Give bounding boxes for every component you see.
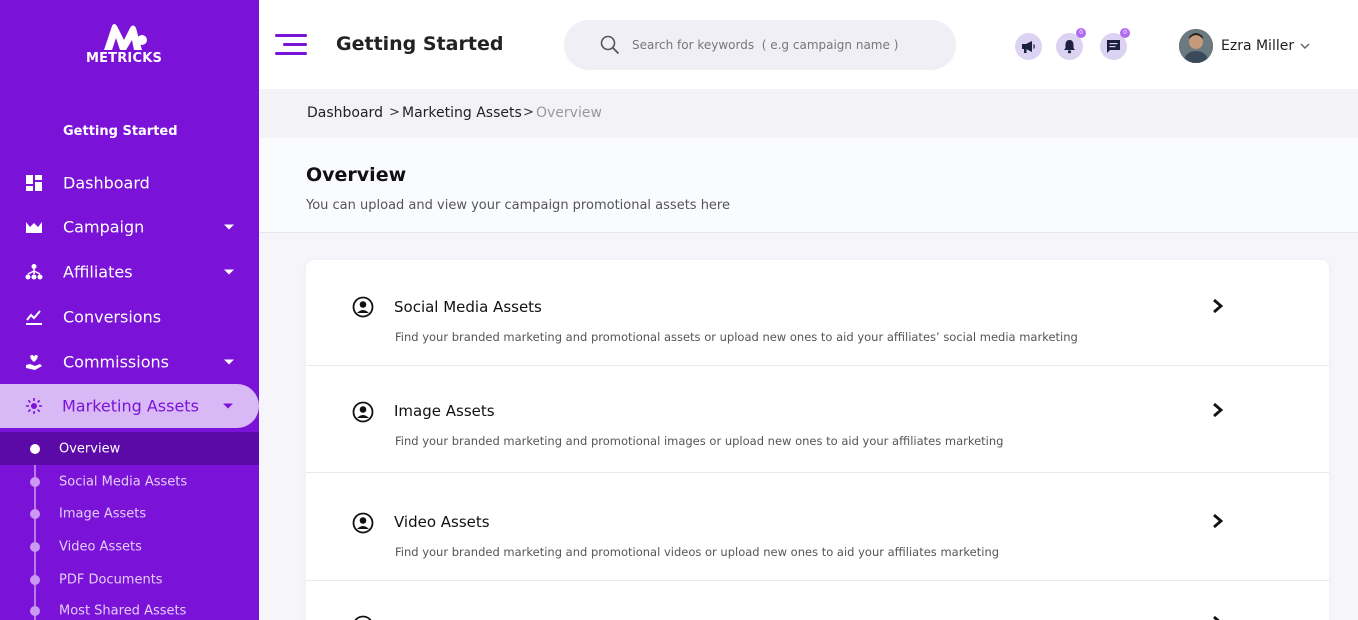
sidebar-item-campaign[interactable]: Campaign xyxy=(0,205,259,249)
asset-row-social-media[interactable]: Social Media Assets Find your branded ma… xyxy=(306,260,1329,366)
user-circle-icon xyxy=(352,401,374,423)
notifications-badge: 0 xyxy=(1076,28,1086,38)
campaign-icon xyxy=(26,222,42,233)
sidebar-item-conversions[interactable]: Conversions xyxy=(0,295,259,339)
breadcrumb-dashboard[interactable]: Dashboard xyxy=(307,105,383,121)
sidebar-item-label: Affiliates xyxy=(63,262,133,282)
chevron-right-icon xyxy=(1213,298,1224,314)
submenu-item-pdf-documents[interactable]: PDF Documents xyxy=(0,563,259,596)
user-avatar-icon xyxy=(1179,29,1213,63)
asset-row-video[interactable]: Video Assets Find your branded marketing… xyxy=(306,473,1329,581)
user-circle-icon xyxy=(352,296,374,318)
breadcrumb-marketing-assets[interactable]: Marketing Assets xyxy=(402,105,522,121)
logo-mark-icon xyxy=(104,24,147,50)
submenu-dot xyxy=(30,476,40,487)
metricks-logo[interactable]: METRICKS xyxy=(84,22,164,66)
submenu-item-video-assets[interactable]: Video Assets xyxy=(0,530,259,563)
chevron-right-icon xyxy=(1213,615,1220,620)
chevron-right-icon xyxy=(1213,513,1224,529)
submenu-item-label: Image Assets xyxy=(59,506,147,521)
submenu-item-label: Social Media Assets xyxy=(59,474,188,489)
dashboard-icon xyxy=(26,175,42,191)
bell-icon xyxy=(1064,40,1075,54)
asset-title: Image Assets xyxy=(394,402,495,420)
sidebar-heading: Getting Started xyxy=(63,124,178,139)
chevron-down-icon[interactable] xyxy=(1299,40,1311,52)
logo-text: METRICKS xyxy=(85,51,163,66)
submenu-item-most-shared-assets[interactable]: Most Shared Assets xyxy=(0,594,259,620)
chat-icon xyxy=(1107,40,1120,53)
submenu-item-social-media-assets[interactable]: Social Media Assets xyxy=(0,465,259,498)
asset-description: Find your branded marketing and promotio… xyxy=(395,545,1000,559)
messages-button[interactable]: 0 xyxy=(1100,28,1130,60)
submenu-item-label: Video Assets xyxy=(59,539,142,554)
submenu-item-overview[interactable]: Overview xyxy=(0,432,259,465)
submenu-dot xyxy=(30,574,40,585)
affiliates-icon xyxy=(25,264,43,280)
submenu-item-label: Most Shared Assets xyxy=(59,603,187,618)
asset-title: Video Assets xyxy=(394,513,490,531)
commissions-icon xyxy=(26,355,42,370)
chevron-down-icon xyxy=(224,224,234,230)
top-header: Getting Started 0 0 xyxy=(259,0,1358,89)
submenu-dot xyxy=(30,605,40,616)
chevron-down-icon xyxy=(223,403,233,409)
megaphone-icon xyxy=(1022,41,1035,53)
messages-badge: 0 xyxy=(1120,28,1130,38)
submenu-item-image-assets[interactable]: Image Assets xyxy=(0,497,259,530)
submenu-item-label: Overview xyxy=(59,441,121,456)
user-circle-icon xyxy=(354,615,372,620)
asset-row-image[interactable]: Image Assets Find your branded marketing… xyxy=(306,366,1329,473)
chevron-down-icon xyxy=(224,359,234,365)
submenu-item-label: PDF Documents xyxy=(59,572,163,587)
user-circle-icon xyxy=(352,512,374,534)
user-name[interactable]: Ezra Miller xyxy=(1221,38,1294,54)
breadcrumb-separator: > xyxy=(523,105,534,120)
sidebar-item-label: Dashboard xyxy=(63,173,150,193)
chevron-down-icon xyxy=(224,269,234,275)
sidebar-item-label: Commissions xyxy=(63,352,169,372)
sidebar-item-label: Conversions xyxy=(63,307,162,327)
overview-subtitle: You can upload and view your campaign pr… xyxy=(306,198,730,213)
breadcrumb: Dashboard > Marketing Assets > Overview xyxy=(259,89,1358,138)
breadcrumb-separator: > xyxy=(389,105,400,120)
sidebar-item-label: Campaign xyxy=(63,217,145,237)
sidebar-item-commissions[interactable]: Commissions xyxy=(0,340,259,384)
breadcrumb-overview: Overview xyxy=(536,105,602,121)
notifications-button[interactable]: 0 xyxy=(1056,28,1086,60)
announcements-button[interactable] xyxy=(1015,33,1042,60)
conversions-icon xyxy=(26,310,42,325)
search-bar xyxy=(564,20,956,70)
marketing-assets-icon xyxy=(26,398,42,414)
page-title: Getting Started xyxy=(336,33,504,55)
asset-row-partial[interactable] xyxy=(306,581,1329,620)
avatar[interactable] xyxy=(1179,29,1213,63)
asset-description: Find your branded marketing and promotio… xyxy=(395,434,1004,448)
overview-header: Overview You can upload and view your ca… xyxy=(259,138,1358,233)
chevron-right-icon xyxy=(1213,402,1224,418)
submenu-dot xyxy=(30,443,40,454)
overview-title: Overview xyxy=(306,164,407,186)
assets-list-card: Social Media Assets Find your branded ma… xyxy=(306,260,1329,620)
submenu-dot xyxy=(30,508,40,519)
sidebar-item-marketing-assets[interactable]: Marketing Assets xyxy=(0,384,259,428)
sidebar: METRICKS Getting Started Dashboard Campa… xyxy=(0,0,259,620)
asset-description: Find your branded marketing and promotio… xyxy=(395,330,1078,344)
asset-title: Social Media Assets xyxy=(394,298,542,316)
submenu-dot xyxy=(30,541,40,552)
search-input[interactable] xyxy=(632,35,932,55)
sidebar-item-dashboard[interactable]: Dashboard xyxy=(0,161,259,205)
search-icon[interactable] xyxy=(600,35,620,55)
menu-toggle-icon[interactable] xyxy=(275,32,307,58)
sidebar-item-affiliates[interactable]: Affiliates xyxy=(0,250,259,294)
sidebar-item-label: Marketing Assets xyxy=(62,396,199,416)
